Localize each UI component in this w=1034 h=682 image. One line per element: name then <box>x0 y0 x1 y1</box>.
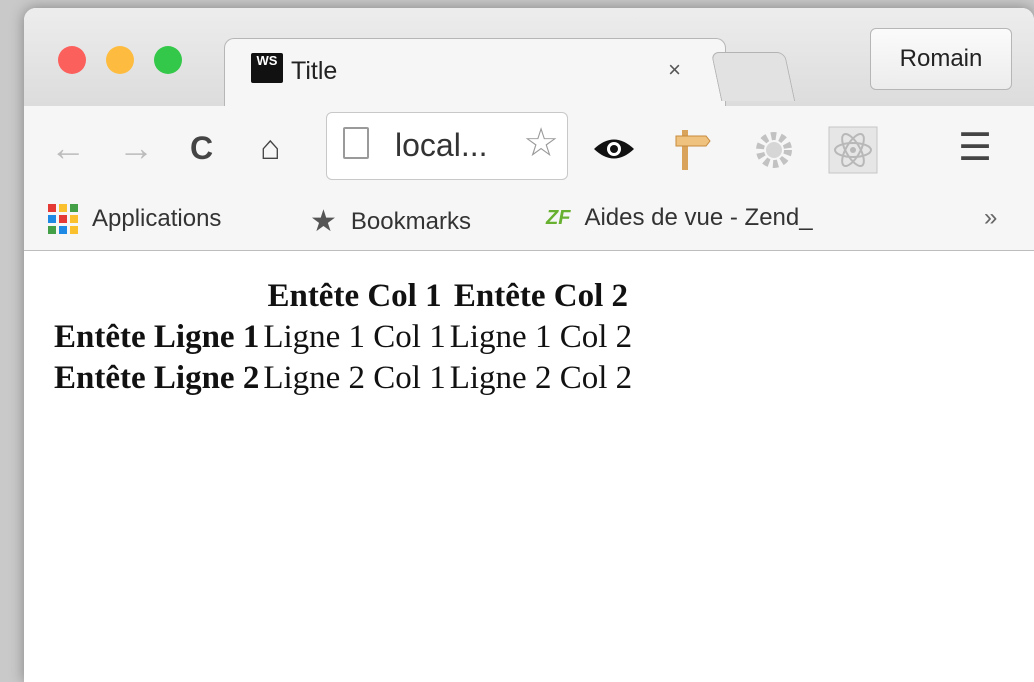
browser-tab[interactable]: WS Title × <box>224 38 726 107</box>
table-row: Entête Ligne 1 Ligne 1 Col 1 Ligne 1 Col… <box>53 318 633 357</box>
react-icon[interactable] <box>828 126 878 174</box>
window-controls <box>58 46 182 74</box>
reload-icon[interactable]: C <box>190 128 213 168</box>
title-bar: WS Title × Romain <box>24 8 1034 107</box>
tab-close-icon[interactable]: × <box>668 57 681 83</box>
bookmark-bookmarks[interactable]: ★ Bookmarks <box>310 204 471 239</box>
table-cell: Ligne 2 Col 1 <box>263 360 446 396</box>
new-tab-button[interactable] <box>710 52 796 101</box>
eye-icon[interactable] <box>592 136 636 162</box>
bookmark-label: Applications <box>92 205 222 232</box>
address-bar[interactable]: local... ☆ <box>326 112 568 180</box>
back-arrow-icon[interactable]: ← <box>50 128 86 168</box>
bookmarks-overflow-icon[interactable]: » <box>984 204 997 232</box>
table-header-row: Entête Col 1 Entête Col 2 <box>53 277 633 316</box>
page-content: Entête Col 1 Entête Col 2 Entête Ligne 1… <box>24 251 1034 682</box>
zoom-window-button[interactable] <box>154 46 182 74</box>
minimize-window-button[interactable] <box>106 46 134 74</box>
signpost-icon[interactable] <box>672 128 712 172</box>
bookmark-label: Bookmarks <box>350 207 471 235</box>
row-header: Entête Ligne 2 <box>54 360 260 396</box>
webstorm-icon: WS <box>251 53 283 83</box>
menu-icon[interactable]: ☰ <box>958 128 992 168</box>
gear-icon[interactable] <box>752 128 796 172</box>
bookmark-zend[interactable]: ZF Aides de vue - Zend_ <box>546 204 813 232</box>
home-icon[interactable]: ⌂ <box>260 128 281 168</box>
profile-button[interactable]: Romain <box>870 28 1012 90</box>
close-window-button[interactable] <box>58 46 86 74</box>
empty-corner-cell <box>53 277 260 316</box>
bookmarks-bar: Applications ★ Bookmarks ZF Aides de vue… <box>24 192 1034 251</box>
apps-grid-icon <box>48 204 78 234</box>
toolbar: ← → C ⌂ local... ☆ ☰ <box>24 106 1034 192</box>
table-row: Entête Ligne 2 Ligne 2 Col 1 Ligne 2 Col… <box>53 359 633 398</box>
column-header: Entête Col 2 <box>453 278 628 314</box>
tab-title: Title <box>291 57 338 85</box>
url-text[interactable]: local... <box>395 127 487 164</box>
star-icon: ★ <box>310 205 337 238</box>
bookmark-applications[interactable]: Applications <box>48 204 221 234</box>
browser-window: WS Title × Romain ← → C ⌂ local... ☆ ☰ A… <box>24 8 1034 682</box>
bookmark-label: Aides de vue - Zend_ <box>584 204 813 231</box>
data-table: Entête Col 1 Entête Col 2 Entête Ligne 1… <box>51 275 635 400</box>
table-cell: Ligne 1 Col 2 <box>449 319 633 355</box>
column-header: Entête Col 1 <box>267 278 442 314</box>
bookmark-star-icon[interactable]: ☆ <box>523 123 559 163</box>
row-header: Entête Ligne 1 <box>54 319 260 355</box>
page-icon <box>343 127 369 159</box>
table-cell: Ligne 2 Col 2 <box>449 360 633 396</box>
zf-icon: ZF <box>546 206 571 229</box>
forward-arrow-icon[interactable]: → <box>118 128 154 168</box>
table-cell: Ligne 1 Col 1 <box>263 319 446 355</box>
